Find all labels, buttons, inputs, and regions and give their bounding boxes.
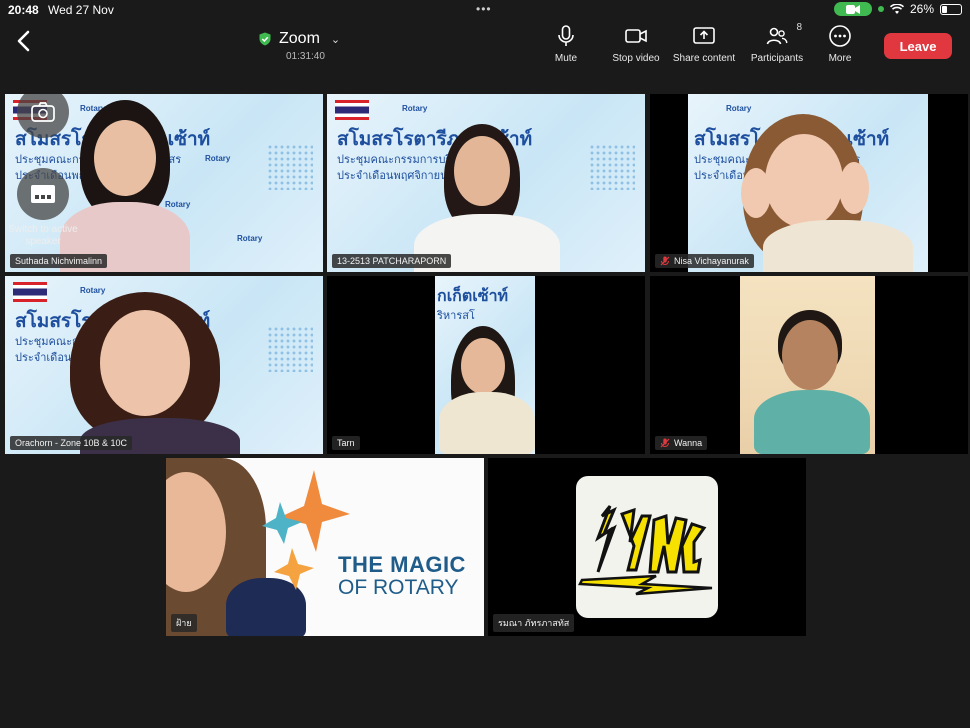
video-tile-patcharaporn[interactable]: Rotary สโมสรโรตารีภูเก็ตเซ้าท์ ประชุมคณะ… — [327, 94, 645, 272]
name-tag: 13-2513 PATCHARAPORN — [332, 254, 452, 268]
share-content-button[interactable]: Share content — [668, 24, 740, 64]
video-tile-romana[interactable]: รมณา ภัทรภาสทัส — [488, 458, 806, 636]
mute-label: Mute — [554, 53, 578, 64]
stop-video-button[interactable]: Stop video — [604, 24, 668, 64]
leave-button[interactable]: Leave — [884, 33, 952, 59]
video-feed: Rotary สโมสรโรตารีภูเก็ตเซ้าท์ ประชุมคณะ… — [688, 94, 928, 272]
participant-video — [412, 114, 562, 272]
video-indicator-icon — [833, 2, 872, 16]
name-tag: Tarn — [332, 436, 360, 450]
dot-pattern — [267, 144, 313, 190]
name-tag: Orachorn - Zone 10B & 10C — [10, 436, 133, 450]
participant-video — [733, 108, 923, 272]
thai-flag — [13, 282, 47, 302]
participant-name: Suthada Nichvimalinn — [15, 256, 103, 266]
multitasking-dots-icon[interactable]: ••• — [476, 2, 492, 16]
thai-flag — [335, 100, 369, 120]
wifi-icon — [889, 3, 904, 14]
video-feed: Rotary สโมสรโรตารีภูเก็ตเซ้าท์ ประชุมคณะ… — [5, 276, 323, 454]
camera-switch-icon — [31, 102, 55, 122]
share-content-label: Share content — [672, 53, 736, 64]
video-tile-nisa[interactable]: Rotary สโมสรโรตารีภูเก็ตเซ้าท์ ประชุมคณะ… — [650, 94, 968, 272]
switch-speaker-view-button[interactable] — [17, 168, 69, 220]
share-screen-icon — [693, 27, 715, 44]
participant-name: Tarn — [337, 438, 355, 448]
name-tag: รมณา ภัทรภาสทัส — [493, 614, 575, 632]
profile-picture — [576, 476, 718, 618]
more-label: More — [828, 53, 852, 64]
video-feed — [740, 276, 875, 454]
mute-button[interactable]: Mute — [548, 24, 584, 64]
magic-line-2: OF ROTARY — [338, 576, 459, 599]
switch-speaker-label: Switch to active speaker — [8, 224, 78, 247]
back-button[interactable] — [14, 28, 34, 54]
battery-percent: 26% — [909, 2, 934, 16]
meeting-title: Zoom — [279, 30, 320, 47]
video-feed: THE MAGIC OF ROTARY — [166, 458, 484, 636]
stop-video-label: Stop video — [612, 53, 660, 64]
participant-video — [166, 458, 306, 636]
participant-video — [435, 316, 535, 454]
encryption-shield-icon — [259, 32, 271, 46]
participant-name: Orachorn - Zone 10B & 10C — [15, 438, 128, 448]
participant-name: รมณา ภัทรภาสทัส — [498, 618, 570, 628]
participants-button[interactable]: 8 Participants — [744, 22, 810, 64]
chevron-down-icon: ⌄ — [330, 33, 341, 46]
video-feed: กเก็ตเซ้าท์ ริหารสโ — [435, 276, 535, 454]
gallery-layout-icon — [31, 185, 55, 203]
participant-name: 13-2513 PATCHARAPORN — [337, 256, 447, 266]
sync-logo — [578, 505, 713, 596]
date: Wed 27 Nov — [48, 3, 114, 17]
video-feed: Rotary สโมสรโรตารีภูเก็ตเซ้าท์ ประชุมคณะ… — [327, 94, 645, 272]
participants-count: 8 — [796, 22, 802, 33]
video-tile-tarn[interactable]: กเก็ตเซ้าท์ ริหารสโ Tarn — [327, 276, 645, 454]
participant-video — [750, 306, 870, 454]
name-tag: ฝ้าย — [171, 614, 197, 632]
participants-label: Participants — [750, 53, 804, 64]
muted-microphone-icon — [660, 438, 670, 448]
video-tile-orachorn[interactable]: Rotary สโมสรโรตารีภูเก็ตเซ้าท์ ประชุมคณะ… — [5, 276, 323, 454]
participant-video — [60, 290, 240, 454]
name-tag: Nisa Vichayanurak — [655, 254, 754, 268]
status-bar: 20:48 Wed 27 Nov ••• 26% — [0, 0, 970, 20]
meeting-timer: 01:31:40 — [286, 51, 325, 62]
video-camera-icon — [625, 29, 647, 43]
name-tag: Wanna — [655, 436, 708, 450]
more-button[interactable]: More — [820, 24, 860, 64]
magic-line-1: THE MAGIC — [338, 552, 466, 577]
muted-microphone-icon — [660, 256, 670, 266]
participant-name: Wanna — [674, 438, 703, 448]
dot-pattern — [589, 144, 635, 190]
participants-icon — [766, 27, 788, 45]
zoom-meeting-screen: 20:48 Wed 27 Nov ••• 26% Zoom ⌄ 01:31:40… — [0, 0, 970, 728]
name-tag: Suthada Nichvimalinn — [10, 254, 108, 268]
battery-icon — [940, 3, 962, 15]
rotary-logo-text: Rotary — [402, 104, 428, 113]
clock: 20:48 — [8, 3, 39, 17]
participant-name: Nisa Vichayanurak — [674, 256, 749, 266]
meeting-toolbar: Mute Stop video Share content 8 Particip… — [548, 22, 860, 64]
participant-name: ฝ้าย — [176, 618, 192, 628]
video-tile-wanna[interactable]: Wanna — [650, 276, 968, 454]
video-tile-suthada[interactable]: Rotary สโมสรโรตารีภูเก็ตเซ้าท์ ประชุมคณะ… — [5, 94, 323, 272]
video-tile-fai[interactable]: THE MAGIC OF ROTARY ฝ้าย — [166, 458, 484, 636]
chevron-left-icon — [17, 30, 30, 52]
microphone-icon — [558, 25, 574, 46]
dot-pattern — [267, 326, 313, 372]
camera-in-use-dot — [877, 6, 884, 12]
meeting-info[interactable]: Zoom ⌄ 01:31:40 — [258, 30, 368, 70]
more-dots-icon — [829, 25, 851, 47]
